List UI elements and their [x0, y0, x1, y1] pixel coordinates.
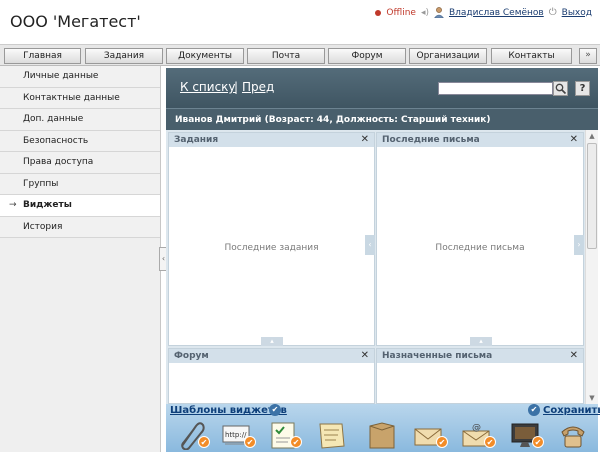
toolbar-separator: |: [234, 80, 239, 94]
sidebar-item-access-rights[interactable]: Права доступа: [0, 152, 160, 174]
tab-more-button[interactable]: »: [579, 48, 597, 64]
widget-expand-down-icon[interactable]: ▴: [470, 337, 492, 346]
tab-mail[interactable]: Почта: [247, 48, 325, 64]
widget-forum[interactable]: Форум ✕: [168, 348, 375, 404]
status-offline[interactable]: Offline: [386, 8, 416, 18]
prev-record-link[interactable]: Пред: [242, 80, 274, 94]
user-name-link[interactable]: Владислав Семёнов: [449, 8, 544, 18]
check-icon: ✔: [269, 404, 281, 416]
user-bar: Offline ◂) Владислав Семёнов ⏻ Выход: [375, 7, 592, 19]
url-icon[interactable]: http:// ✔: [220, 420, 256, 450]
search-icon: [555, 83, 567, 95]
widget-templates-bar: Шаблоны виджетов ✔ ✔ Сохранить ✔ http://…: [166, 404, 600, 452]
logout-link[interactable]: Выход: [562, 8, 592, 18]
sidebar-item-personal-data[interactable]: Личные данные: [0, 66, 160, 88]
tab-documents[interactable]: Документы: [166, 48, 244, 64]
widget-header[interactable]: Назначенные письма ✕: [377, 349, 583, 363]
sidebar: Личные данные Контактные данные Доп. дан…: [0, 66, 161, 452]
active-arrow-icon: →: [9, 200, 17, 210]
main-scrollbar[interactable]: ▲ ▼: [585, 130, 598, 404]
status-dot-icon: [375, 9, 382, 16]
check-icon: ✔: [528, 404, 540, 416]
search-input[interactable]: [438, 82, 553, 95]
phone-icon[interactable]: [556, 420, 592, 450]
tab-tasks[interactable]: Задания: [85, 48, 163, 64]
folder-icon[interactable]: [364, 420, 400, 450]
mail-icon[interactable]: ✔: [412, 420, 448, 450]
help-button[interactable]: ?: [575, 81, 590, 96]
app-title: ООО 'Мегатест': [10, 12, 141, 31]
tab-organizations[interactable]: Организации: [409, 48, 487, 64]
tab-home[interactable]: Главная: [4, 48, 81, 64]
sidebar-item-groups[interactable]: Группы: [0, 173, 160, 195]
email-at-icon[interactable]: @ ✔: [460, 420, 496, 450]
header: ООО 'Мегатест' Offline ◂) Владислав Семё…: [0, 0, 600, 44]
close-icon[interactable]: ✕: [361, 349, 369, 363]
paperclip-icon[interactable]: ✔: [174, 420, 210, 451]
user-icon: [433, 7, 445, 19]
save-link[interactable]: Сохранить: [543, 405, 600, 416]
widget-header[interactable]: Форум ✕: [169, 349, 374, 363]
sidebar-item-security[interactable]: Безопасность: [0, 130, 160, 152]
widget-expand-down-icon[interactable]: ▴: [261, 337, 283, 346]
close-icon[interactable]: ✕: [361, 133, 369, 147]
tab-forum[interactable]: Форум: [328, 48, 406, 64]
widget-header[interactable]: Последние письма ✕: [377, 133, 583, 147]
widget-header[interactable]: Задания ✕: [169, 133, 374, 147]
person-info-bar: Иванов Дмитрий (Возраст: 44, Должность: …: [166, 108, 598, 130]
back-to-list-link[interactable]: К списку: [180, 80, 236, 94]
widget-title: Назначенные письма: [382, 351, 493, 361]
widget-assigned-mails[interactable]: Назначенные письма ✕: [376, 348, 584, 404]
widget-last-mails[interactable]: Последние письма ✕ Последние письма › ▴: [376, 132, 584, 346]
task-list-icon[interactable]: ✔: [266, 420, 302, 450]
close-icon[interactable]: ✕: [570, 133, 578, 147]
scroll-up-icon[interactable]: ▲: [586, 130, 598, 142]
widgets-area: Задания ✕ Последние задания ‹ ▴ Последни…: [166, 130, 598, 404]
power-icon[interactable]: ⏻: [549, 7, 557, 18]
svg-text:@: @: [472, 423, 481, 433]
scroll-down-icon[interactable]: ▼: [586, 392, 598, 404]
tab-contacts[interactable]: Контакты: [491, 48, 572, 64]
sidebar-item-extra-data[interactable]: Доп. данные: [0, 109, 160, 131]
main-nav: Главная Задания Документы Почта Форум Ор…: [0, 44, 600, 66]
svg-text:http://: http://: [225, 431, 247, 439]
note-icon[interactable]: [314, 420, 350, 450]
scroll-thumb[interactable]: [587, 143, 597, 249]
sidebar-item-contact-data[interactable]: Контактные данные: [0, 87, 160, 109]
widget-title: Задания: [174, 135, 219, 145]
widget-title: Последние письма: [382, 135, 480, 145]
sound-icon[interactable]: ◂): [421, 8, 429, 18]
search-button[interactable]: [553, 81, 568, 96]
sidebar-item-label: Виджеты: [23, 200, 72, 210]
widget-empty-text: Последние задания: [224, 243, 319, 253]
monitor-icon[interactable]: ✔: [508, 420, 544, 450]
widget-expand-right-icon[interactable]: ‹: [365, 235, 375, 255]
widget-empty-text: Последние письма: [435, 243, 525, 253]
close-icon[interactable]: ✕: [570, 349, 578, 363]
sidebar-item-history[interactable]: История: [0, 216, 160, 238]
sidebar-item-widgets[interactable]: → Виджеты: [0, 195, 160, 217]
main-content: К списку | Пред ? Иванов Дмитрий (Возрас…: [166, 68, 600, 452]
record-toolbar: К списку | Пред ?: [166, 68, 598, 108]
widget-tasks[interactable]: Задания ✕ Последние задания ‹ ▴: [168, 132, 375, 346]
widget-expand-left-icon[interactable]: ›: [574, 235, 584, 255]
widget-title: Форум: [174, 351, 209, 361]
